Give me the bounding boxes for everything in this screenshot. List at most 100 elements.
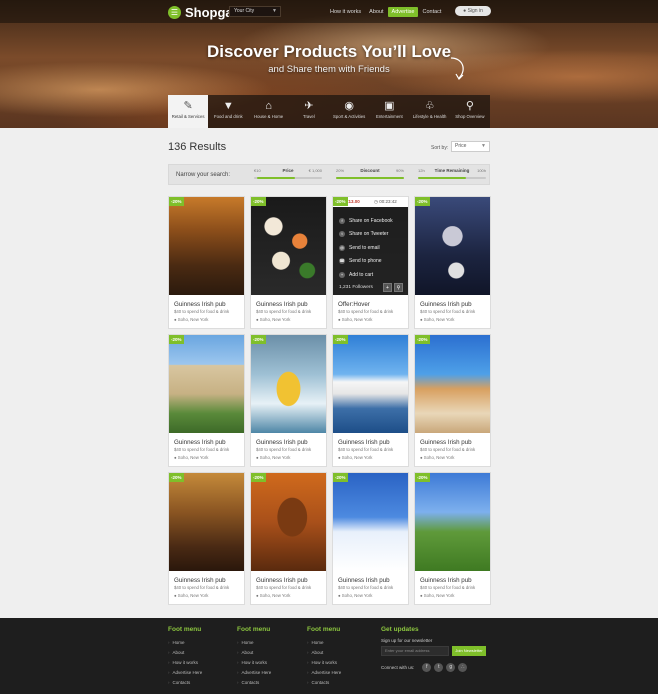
chevron-down-icon: ▼ bbox=[481, 143, 486, 149]
product-image[interactable] bbox=[251, 473, 326, 571]
zoom-icon[interactable]: ⚲ bbox=[394, 283, 403, 292]
footer-link[interactable]: About bbox=[237, 648, 271, 658]
facebook-icon: f bbox=[339, 217, 345, 224]
footer-link[interactable]: Home bbox=[307, 638, 341, 648]
footer-link[interactable]: About bbox=[168, 648, 202, 658]
footer-link[interactable]: How it works bbox=[307, 658, 341, 668]
footer-link[interactable]: Advertise Here bbox=[307, 668, 342, 678]
product-card[interactable]: -20% Guinness Irish pub $40 to spend for f… bbox=[250, 334, 327, 467]
product-image[interactable] bbox=[251, 197, 326, 295]
product-title[interactable]: Guinness Irish pub bbox=[174, 439, 226, 446]
category-travel[interactable]: ✈ Travel bbox=[289, 95, 329, 128]
footer-link[interactable]: How it works bbox=[168, 658, 202, 668]
category-lifestyle-health[interactable]: ♧ Lifestyle & Health bbox=[410, 95, 450, 128]
product-card[interactable]: -20% Guinness Irish pub $40 to spend for f… bbox=[332, 472, 409, 605]
newsletter-email-input[interactable]: Enter your email address bbox=[381, 646, 449, 656]
category-shop-overview[interactable]: ⚲ Shop Overview bbox=[450, 95, 490, 128]
slider-fill[interactable] bbox=[336, 177, 404, 179]
footer-link[interactable]: About bbox=[307, 648, 341, 658]
product-image[interactable] bbox=[169, 197, 244, 295]
category-house-home[interactable]: ⌂ House & Home bbox=[249, 95, 289, 128]
search-icon: ⚲ bbox=[465, 100, 474, 112]
rss-icon[interactable]: ∴ bbox=[458, 663, 468, 672]
product-image[interactable] bbox=[415, 197, 490, 295]
category-retail-services[interactable]: ✎ Retail & Services bbox=[168, 95, 209, 128]
footer-link[interactable]: Contacts bbox=[237, 678, 271, 688]
sort-select[interactable]: Price ▼ bbox=[451, 141, 490, 152]
product-card[interactable]: -20% €13.00 ◷ 00:23:42 f Share on Facebook t S… bbox=[332, 196, 409, 329]
category-label: Entertainment bbox=[375, 114, 403, 119]
product-card[interactable]: -20% Guinness Irish pub $40 to spend for f… bbox=[250, 196, 327, 329]
slider-fill[interactable] bbox=[418, 177, 466, 179]
time-remaining-slider[interactable]: 12h Time Remaining 100h bbox=[418, 168, 486, 183]
footer-link[interactable]: Contacts bbox=[307, 678, 341, 688]
product-card[interactable]: -20% Guinness Irish pub $40 to spend for f… bbox=[414, 472, 491, 605]
footer-link[interactable]: Home bbox=[168, 638, 202, 648]
product-card[interactable]: -20% Guinness Irish pub $40 to spend for f… bbox=[250, 472, 327, 605]
product-title[interactable]: Guinness Irish pub bbox=[420, 301, 472, 308]
product-card[interactable]: -20% Guinness Irish pub $40 to spend for f… bbox=[168, 334, 245, 467]
product-image[interactable] bbox=[415, 335, 490, 433]
nav-advertise[interactable]: Advertise bbox=[387, 7, 419, 17]
product-title[interactable]: Guinness Irish pub bbox=[174, 301, 226, 308]
share-menu-item[interactable]: ☎ Send to phone bbox=[339, 255, 393, 269]
product-card[interactable]: -20% Guinness Irish pub $40 to spend for f… bbox=[168, 472, 245, 605]
facebook-icon[interactable]: f bbox=[422, 663, 432, 672]
product-card[interactable]: -20% Guinness Irish pub $40 to spend for f… bbox=[414, 196, 491, 329]
nav-contact[interactable]: Contact bbox=[418, 7, 445, 17]
product-card[interactable]: -20% Guinness Irish pub $40 to spend for f… bbox=[332, 334, 409, 467]
product-title[interactable]: Guinness Irish pub bbox=[174, 577, 226, 584]
product-title[interactable]: Guinness Irish pub bbox=[420, 439, 472, 446]
twitter-icon[interactable]: t bbox=[434, 663, 444, 672]
share-menu-item[interactable]: f Share on Facebook bbox=[339, 214, 393, 228]
join-newsletter-button[interactable]: Join Newsletter bbox=[452, 646, 486, 656]
nav-how-it-works[interactable]: How it works bbox=[326, 7, 365, 17]
results-count: 136 Results bbox=[168, 141, 227, 153]
footer-link[interactable]: Contacts bbox=[168, 678, 202, 688]
share-menu-item[interactable]: + Add to cart bbox=[339, 268, 393, 282]
product-title[interactable]: Offer:Hover bbox=[338, 301, 370, 308]
product-title[interactable]: Guinness Irish pub bbox=[256, 439, 308, 446]
footer-menu-title: Foot menu bbox=[237, 626, 271, 633]
city-select[interactable]: Your City ▼ bbox=[229, 6, 281, 17]
footer-link[interactable]: Advertise Here bbox=[168, 668, 203, 678]
slider-fill[interactable] bbox=[257, 177, 295, 179]
product-title[interactable]: Guinness Irish pub bbox=[338, 439, 390, 446]
category-label: Lifestyle & Health bbox=[412, 114, 447, 119]
slider-name: Time Remaining bbox=[434, 168, 470, 173]
nav-about[interactable]: About bbox=[365, 7, 387, 17]
share-menu-item[interactable]: @ Send to email bbox=[339, 241, 393, 255]
share-menu-label: Send to phone bbox=[349, 258, 382, 265]
product-card[interactable]: -20% Guinness Irish pub $40 to spend for f… bbox=[168, 196, 245, 329]
footer-updates: Get updates Sign up for our newsletter E… bbox=[381, 626, 486, 672]
location-text: Soho, New York bbox=[177, 455, 209, 460]
product-image[interactable] bbox=[251, 335, 326, 433]
product-title[interactable]: Guinness Irish pub bbox=[338, 577, 390, 584]
product-image[interactable] bbox=[415, 473, 490, 571]
product-image[interactable] bbox=[169, 473, 244, 571]
footer-link[interactable]: Home bbox=[237, 638, 271, 648]
product-image[interactable] bbox=[333, 335, 408, 433]
discount-slider[interactable]: 20% Discount 90% bbox=[336, 168, 404, 183]
product-image[interactable] bbox=[333, 473, 408, 571]
product-image[interactable] bbox=[169, 335, 244, 433]
category-entertainment[interactable]: ▣ Entertainment bbox=[369, 95, 409, 128]
footer-link[interactable]: How it works bbox=[237, 658, 271, 668]
footer-menu-title: Foot menu bbox=[168, 626, 202, 633]
category-food-drink[interactable]: ▼ Food and drink bbox=[208, 95, 248, 128]
cart-icon: ☰ bbox=[168, 6, 181, 19]
share-menu-item[interactable]: t Share on Tweeter bbox=[339, 228, 393, 242]
product-title[interactable]: Guinness Irish pub bbox=[256, 577, 308, 584]
product-card[interactable]: -20% Guinness Irish pub $40 to spend for f… bbox=[414, 334, 491, 467]
product-title[interactable]: Guinness Irish pub bbox=[420, 577, 472, 584]
category-sport-activities[interactable]: ◉ Sport & Activities bbox=[329, 95, 369, 128]
footer-link[interactable]: Advertise Here bbox=[237, 668, 272, 678]
add-icon[interactable]: + bbox=[383, 283, 392, 292]
google-plus-icon[interactable]: g bbox=[446, 663, 456, 672]
location-text: Soho, New York bbox=[423, 317, 455, 322]
product-title[interactable]: Guinness Irish pub bbox=[256, 301, 308, 308]
discount-badge: -20% bbox=[169, 197, 184, 206]
product-location: ● Soho, New York bbox=[256, 593, 290, 598]
sign-in-button[interactable]: ● Sign in bbox=[455, 6, 491, 16]
price-slider[interactable]: €10 Price € 1,000 bbox=[254, 168, 322, 183]
